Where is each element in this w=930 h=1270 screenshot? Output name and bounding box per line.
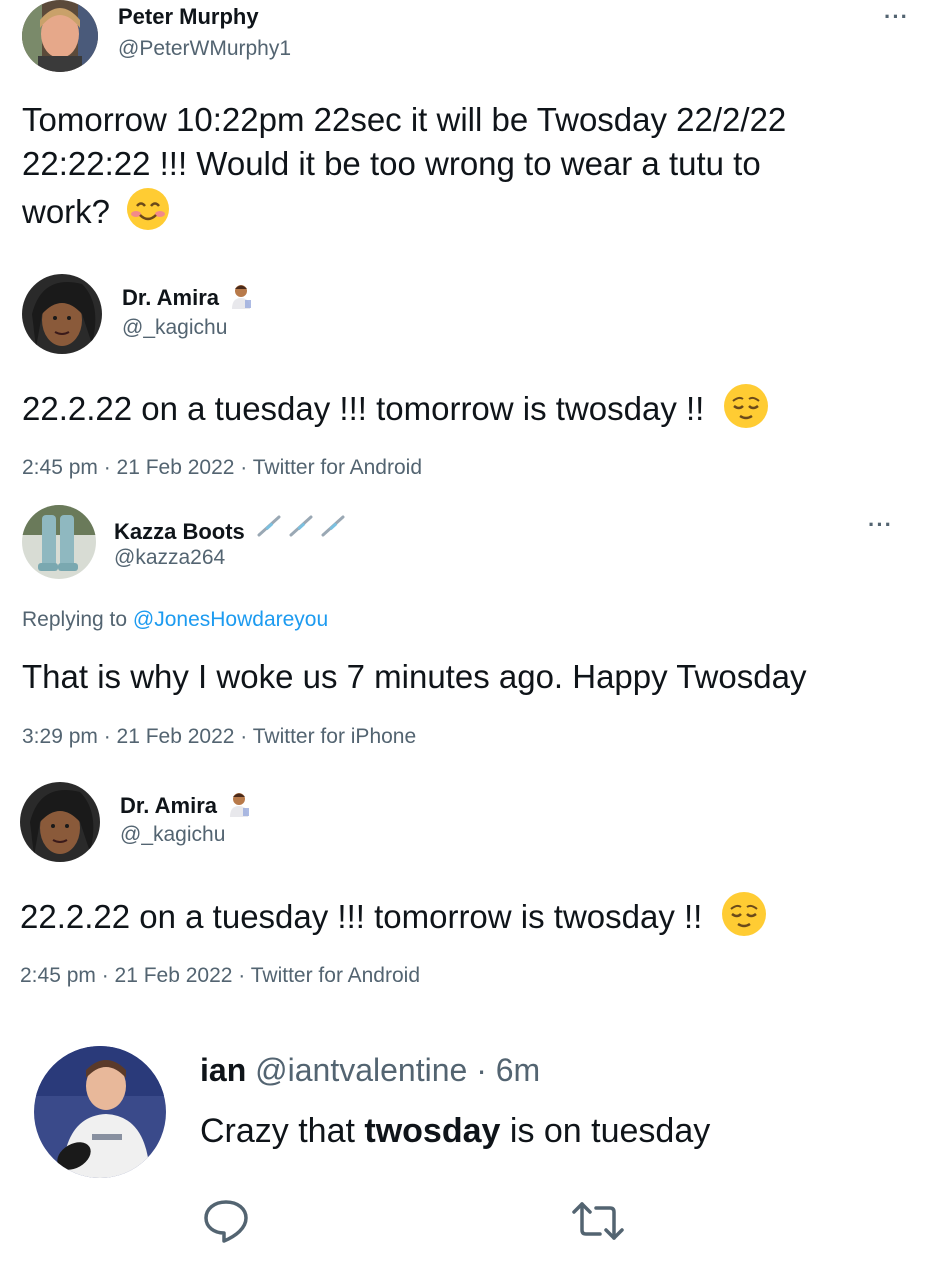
- tweet-time[interactable]: 6m: [496, 1052, 540, 1088]
- header-separator: ·: [476, 1052, 487, 1088]
- reply-icon[interactable]: [202, 1198, 250, 1249]
- author-name[interactable]: ian: [200, 1052, 246, 1088]
- avatar[interactable]: [34, 1046, 166, 1178]
- retweet-icon[interactable]: [570, 1200, 626, 1247]
- author-handle[interactable]: @iantvalentine: [255, 1052, 467, 1088]
- tweet-text-fragment: is on tuesday: [500, 1112, 711, 1150]
- tweet-header: ian @iantvalentine · 6m: [200, 1052, 540, 1089]
- tweet-text-bold: twosday: [364, 1112, 501, 1150]
- tweet-text-fragment: Crazy that: [200, 1112, 365, 1150]
- tweet-ian[interactable]: ian @iantvalentine · 6m Crazy that twosd…: [0, 0, 930, 1270]
- tweet-text: Crazy that twosday is on tuesday: [200, 1112, 710, 1151]
